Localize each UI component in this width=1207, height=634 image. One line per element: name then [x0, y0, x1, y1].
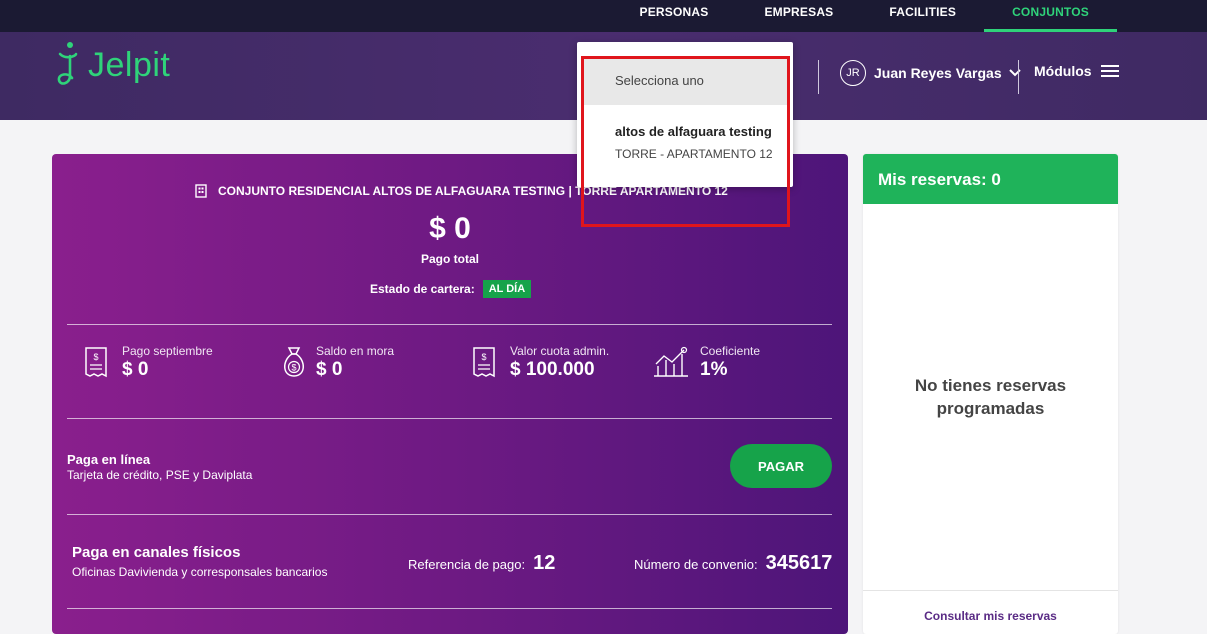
- divider: [67, 514, 832, 515]
- divider: [67, 418, 832, 419]
- header-divider: [818, 60, 819, 94]
- stat-value: $ 0: [316, 359, 343, 380]
- logo-text: Jelpit: [88, 45, 171, 84]
- highlight-box: [581, 56, 790, 227]
- divider: [67, 324, 832, 325]
- header-divider: [1018, 60, 1019, 94]
- estado-cartera: Estado de cartera: AL DÍA: [370, 280, 532, 298]
- estado-label: Estado de cartera:: [370, 282, 475, 296]
- hamburger-icon: [1100, 65, 1119, 77]
- pagar-button[interactable]: PAGAR: [730, 444, 832, 488]
- stat-value: 1%: [700, 359, 728, 380]
- numero-convenio: Número de convenio: 345617: [634, 552, 832, 575]
- nav-conjuntos[interactable]: CONJUNTOS: [984, 0, 1117, 32]
- pago-linea-title: Paga en línea: [67, 452, 151, 467]
- modulos-label: Módulos: [1034, 63, 1092, 79]
- svg-text:$: $: [93, 352, 98, 362]
- consultar-reservas-link[interactable]: Consultar mis reservas: [863, 609, 1118, 623]
- stat-saldo-mora: $ Saldo en mora $ 0: [280, 344, 394, 381]
- stat-label: Saldo en mora: [316, 344, 395, 358]
- stat-coeficiente: Coeficiente 1%: [650, 344, 760, 381]
- svg-text:$: $: [481, 352, 486, 362]
- top-nav-links: PERSONAS EMPRESAS FACILITIES CONJUNTOS: [611, 0, 1117, 32]
- convenio-value: 345617: [765, 552, 833, 574]
- growth-chart-icon: [654, 346, 688, 377]
- nav-facilities[interactable]: FACILITIES: [861, 0, 984, 32]
- status-badge: AL DÍA: [482, 280, 532, 298]
- stat-value: $ 0: [122, 359, 149, 380]
- referencia-pago: Referencia de pago: 12: [408, 552, 555, 575]
- convenio-label: Número de convenio:: [634, 557, 758, 572]
- stat-label: Valor cuota admin.: [510, 344, 610, 358]
- jelpit-logo[interactable]: Jelpit: [54, 40, 170, 90]
- empty-line-2: programadas: [936, 399, 1045, 418]
- divider: [863, 590, 1118, 591]
- jelpit-logo-icon: [57, 42, 78, 85]
- pago-linea-subtitle: Tarjeta de crédito, PSE y Daviplata: [67, 468, 253, 482]
- money-bag-icon: $: [284, 347, 304, 377]
- reservas-title: Mis reservas: 0: [863, 154, 1118, 204]
- pago-total-label: Pago total: [420, 252, 479, 266]
- empty-line-1: No tienes reservas: [914, 376, 1067, 395]
- referencia-label: Referencia de pago:: [408, 557, 526, 572]
- nav-empresas[interactable]: EMPRESAS: [736, 0, 861, 32]
- svg-text:$: $: [291, 363, 296, 373]
- chevron-down-icon: [1008, 69, 1021, 77]
- unidad-dropdown: Selecciona uno altos de alfaguara testin…: [577, 42, 793, 227]
- reservas-panel: Mis reservas: 0 No tienes reservas progr…: [863, 154, 1118, 634]
- modulos-menu[interactable]: Módulos: [1034, 63, 1120, 79]
- divider: [67, 608, 832, 609]
- referencia-value: 12: [533, 552, 556, 574]
- top-nav: PERSONAS EMPRESAS FACILITIES CONJUNTOS: [0, 0, 1207, 32]
- stat-cuota-admin: $ Valor cuota admin. $ 100.000: [470, 344, 609, 381]
- stat-pago-mes: $ Pago septiembre $ 0: [82, 344, 213, 381]
- user-menu[interactable]: JR Juan Reyes Vargas: [840, 60, 1022, 86]
- user-name: Juan Reyes Vargas: [874, 65, 1002, 81]
- pago-fisico-title: Paga en canales físicos: [72, 544, 241, 561]
- stat-label: Pago septiembre: [122, 344, 213, 358]
- invoice-icon: $: [473, 347, 495, 378]
- invoice-icon: $: [85, 347, 107, 378]
- avatar: JR: [840, 60, 866, 86]
- empty-reservas-message: No tienes reservas programadas: [863, 374, 1118, 420]
- stat-label: Coeficiente: [700, 344, 761, 358]
- building-icon: [195, 184, 207, 198]
- pago-fisico-subtitle: Oficinas Davivienda y corresponsales ban…: [72, 565, 328, 579]
- stat-value: $ 100.000: [510, 359, 595, 380]
- nav-personas[interactable]: PERSONAS: [611, 0, 736, 32]
